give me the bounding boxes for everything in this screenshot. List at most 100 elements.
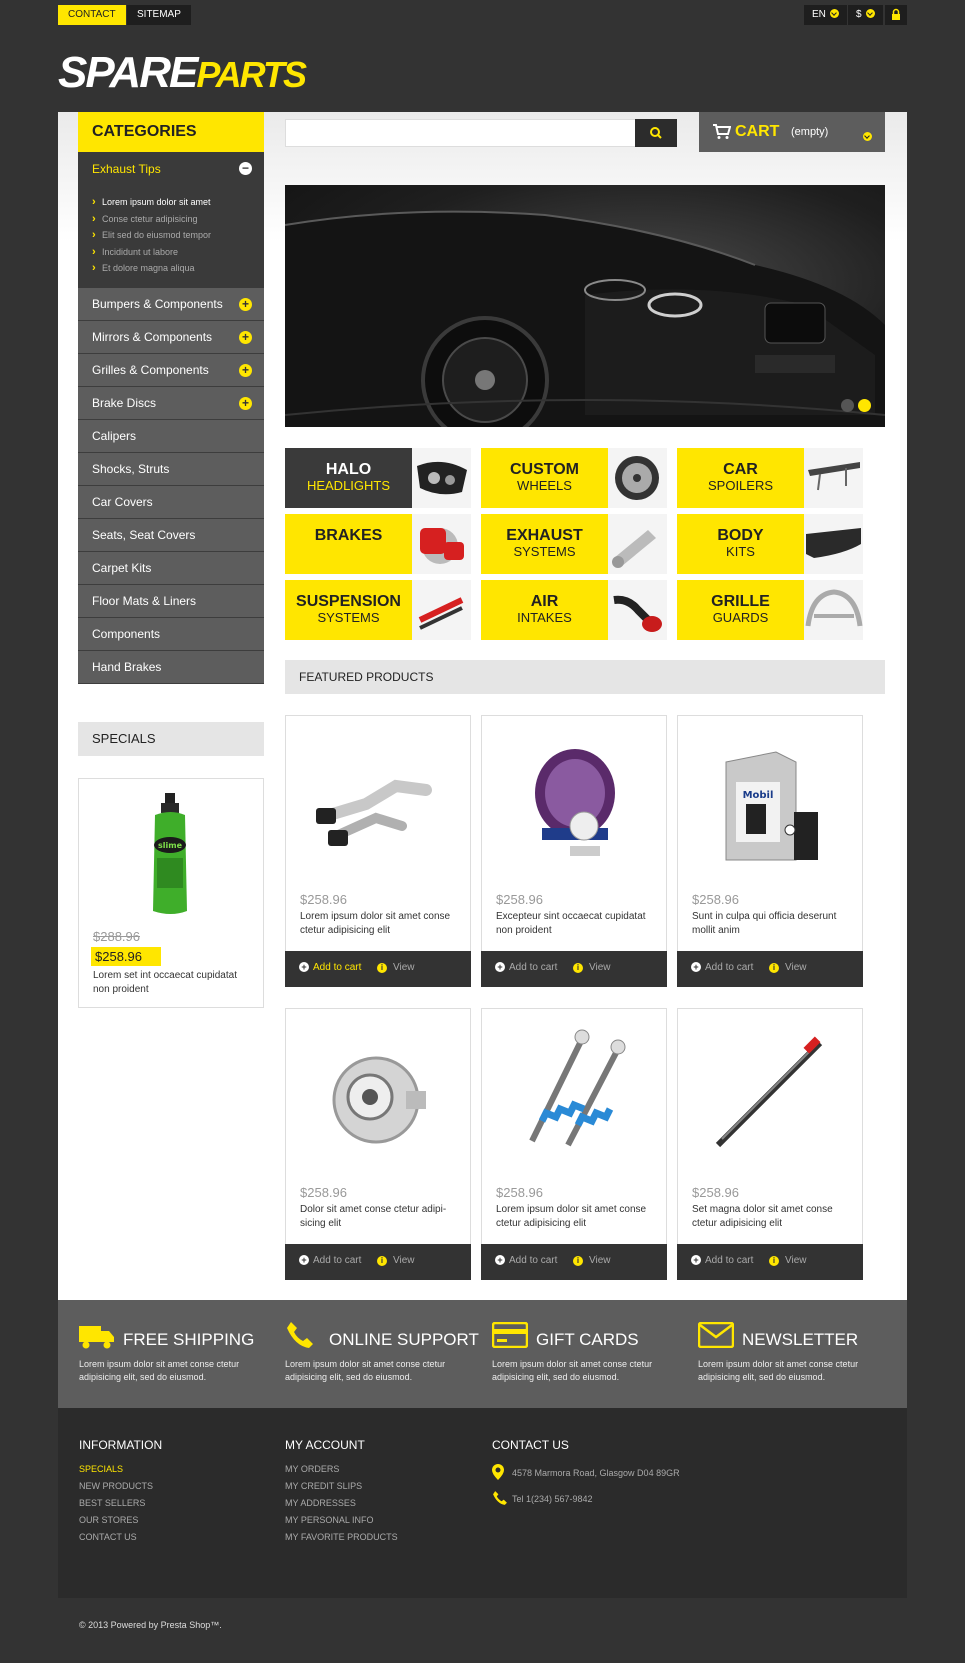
product-description[interactable]: Sunt in culpa qui officia deserunt molli… — [692, 910, 852, 938]
footer-link[interactable]: MY CREDIT SLIPS — [285, 1481, 362, 1491]
add-to-cart-button[interactable]: + Add to cart — [495, 1255, 557, 1266]
contact-link[interactable]: CONTACT — [58, 5, 126, 25]
main-panel: CATEGORIES Exhaust Tips − Lorem ipsum do… — [58, 112, 907, 1300]
tile-exhaust-systems[interactable]: EXHAUST SYSTEMS — [481, 514, 667, 574]
category-item[interactable]: Bumpers & Components + — [78, 288, 264, 321]
category-item[interactable]: Hand Brakes — [78, 651, 264, 684]
product-image[interactable] — [522, 738, 628, 868]
view-button[interactable]: i View — [377, 962, 415, 973]
slider-prev-icon[interactable] — [841, 399, 854, 412]
view-label: View — [589, 1255, 611, 1266]
product-card[interactable]: $258.96 Lorem ipsum dolor sit amet conse… — [285, 715, 471, 987]
category-item[interactable]: Shocks, Struts — [78, 453, 264, 486]
product-description[interactable]: Dolor sit amet conse ctetur adipi-sicing… — [300, 1203, 460, 1231]
category-item[interactable]: Floor Mats & Liners — [78, 585, 264, 618]
product-actions: + Add to cart i View — [285, 951, 471, 987]
add-to-cart-button[interactable]: + Add to cart — [299, 962, 361, 973]
special-product[interactable]: slime $288.96 $258.96 Lorem set int occa… — [78, 778, 264, 1008]
tile-text: SUSPENSION SYSTEMS — [285, 580, 412, 640]
product-description[interactable]: Set magna dolor sit amet conse ctetur ad… — [692, 1203, 852, 1231]
footer-link[interactable]: NEW PRODUCTS — [79, 1481, 153, 1491]
subcategory-item[interactable]: Incididunt ut labore — [78, 244, 264, 261]
tile-grille-guards[interactable]: GRILLE GUARDS — [677, 580, 863, 640]
category-item[interactable]: Seats, Seat Covers — [78, 519, 264, 552]
tile-text: BRAKES — [285, 514, 412, 574]
tile-air-intakes[interactable]: AIR INTAKES — [481, 580, 667, 640]
view-button[interactable]: i View — [769, 962, 807, 973]
footer-link[interactable]: MY PERSONAL INFO — [285, 1515, 374, 1525]
category-item[interactable]: Carpet Kits — [78, 552, 264, 585]
tile-car-spoilers[interactable]: CAR SPOILERS — [677, 448, 863, 508]
footer-link[interactable]: CONTACT US — [79, 1532, 137, 1542]
site-logo[interactable]: SPAREPARTS — [58, 48, 307, 98]
sitemap-link[interactable]: SITEMAP — [127, 5, 191, 25]
footer-link[interactable]: MY FAVORITE PRODUCTS — [285, 1532, 398, 1542]
tile-image — [804, 580, 863, 640]
hero-banner[interactable] — [285, 185, 885, 427]
view-button[interactable]: i View — [377, 1255, 415, 1266]
subcategory-item[interactable]: Conse ctetur adipisicing — [78, 211, 264, 228]
footer-link[interactable]: MY ORDERS — [285, 1464, 339, 1474]
product-price: $258.96 — [496, 892, 543, 907]
footer: INFORMATION SPECIALS NEW PRODUCTS BEST S… — [58, 1408, 907, 1598]
expand-icon[interactable]: + — [239, 397, 252, 410]
expand-icon[interactable]: + — [239, 364, 252, 377]
footer-link[interactable]: BEST SELLERS — [79, 1498, 145, 1508]
product-description[interactable]: Lorem ipsum dolor sit amet conse ctetur … — [300, 910, 460, 938]
product-image[interactable]: Mobil — [716, 742, 826, 868]
login-button[interactable] — [885, 5, 907, 25]
special-description[interactable]: Lorem set int occaecat cupidatat non pro… — [93, 969, 253, 997]
product-image[interactable] — [326, 1045, 432, 1155]
currency-selector[interactable]: $ — [848, 5, 883, 25]
category-exhaust-tips[interactable]: Exhaust Tips − — [78, 152, 264, 186]
view-button[interactable]: i View — [573, 962, 611, 973]
add-to-cart-button[interactable]: + Add to cart — [495, 962, 557, 973]
product-description[interactable]: Lorem ipsum dolor sit amet conse ctetur … — [496, 1203, 656, 1231]
product-card[interactable]: $258.96 Set magna dolor sit amet conse c… — [677, 1008, 863, 1280]
view-button[interactable]: i View — [573, 1255, 611, 1266]
product-card[interactable]: Mobil $258.96 Sunt in culpa qui officia … — [677, 715, 863, 987]
product-card[interactable]: $258.96 Lorem ipsum dolor sit amet conse… — [481, 1008, 667, 1280]
product-image[interactable] — [306, 756, 452, 866]
category-label: Shocks, Struts — [92, 462, 170, 476]
slider-next-icon[interactable] — [858, 399, 871, 412]
category-item[interactable]: Components — [78, 618, 264, 651]
search-input[interactable] — [285, 119, 641, 147]
category-item[interactable]: Car Covers — [78, 486, 264, 519]
tile-halo-headlights[interactable]: HALO HEADLIGHTS — [285, 448, 471, 508]
info-icon: i — [573, 963, 583, 973]
tile-title: GRILLE — [711, 593, 770, 610]
add-to-cart-button[interactable]: + Add to cart — [691, 1255, 753, 1266]
footer-link[interactable]: SPECIALS — [79, 1464, 123, 1474]
category-item[interactable]: Brake Discs + — [78, 387, 264, 420]
tile-suspension-systems[interactable]: SUSPENSION SYSTEMS — [285, 580, 471, 640]
product-image[interactable]: slime — [141, 793, 201, 918]
tile-body-kits[interactable]: BODY KITS — [677, 514, 863, 574]
tile-custom-wheels[interactable]: CUSTOM WHEELS — [481, 448, 667, 508]
language-selector[interactable]: EN — [804, 5, 847, 25]
view-button[interactable]: i View — [769, 1255, 807, 1266]
product-card[interactable]: $258.96 Excepteur sint occaecat cupidata… — [481, 715, 667, 987]
footer-link[interactable]: MY ADDRESSES — [285, 1498, 356, 1508]
product-image[interactable] — [512, 1025, 638, 1159]
category-item[interactable]: Mirrors & Components + — [78, 321, 264, 354]
product-card[interactable]: $258.96 Dolor sit amet conse ctetur adip… — [285, 1008, 471, 1280]
product-description[interactable]: Excepteur sint occaecat cupidatat non pr… — [496, 910, 656, 938]
footer-link[interactable]: OUR STORES — [79, 1515, 138, 1525]
search-button[interactable] — [635, 119, 677, 147]
add-to-cart-button[interactable]: + Add to cart — [299, 1255, 361, 1266]
tile-brakes[interactable]: BRAKES — [285, 514, 471, 574]
expand-icon[interactable]: + — [239, 298, 252, 311]
subcategory-item[interactable]: Et dolore magna aliqua — [78, 260, 264, 277]
category-label: Seats, Seat Covers — [92, 528, 196, 542]
product-image[interactable] — [708, 1035, 834, 1159]
cart-button[interactable]: CART (empty) — [699, 112, 885, 152]
category-item[interactable]: Grilles & Components + — [78, 354, 264, 387]
expand-icon[interactable]: + — [239, 331, 252, 344]
collapse-icon[interactable]: − — [239, 162, 252, 175]
category-item[interactable]: Calipers — [78, 420, 264, 453]
subcategory-item[interactable]: Lorem ipsum dolor sit amet — [78, 194, 264, 211]
subcategory-item[interactable]: Elit sed do eiusmod tempor — [78, 227, 264, 244]
add-to-cart-button[interactable]: + Add to cart — [691, 962, 753, 973]
logo-part-1: SPARE — [58, 48, 198, 97]
